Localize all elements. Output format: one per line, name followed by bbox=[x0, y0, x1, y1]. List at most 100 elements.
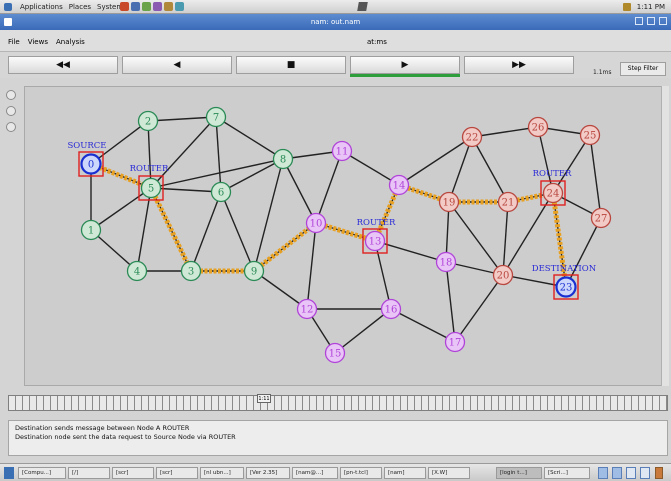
show-desktop-icon[interactable] bbox=[4, 467, 14, 479]
terminal-icon[interactable] bbox=[142, 2, 151, 11]
workspace-switcher-3[interactable] bbox=[626, 467, 636, 479]
menu-file[interactable]: File bbox=[8, 38, 20, 46]
node-label: 12 bbox=[301, 305, 314, 316]
node-label: 27 bbox=[595, 214, 608, 225]
message-area: Destination sends message between Node A… bbox=[8, 420, 668, 456]
fast-forward-button[interactable]: ▶▶ bbox=[464, 56, 574, 74]
editor-icon[interactable] bbox=[153, 2, 162, 11]
time-slider[interactable] bbox=[8, 395, 668, 411]
message-line: Destination sends message between Node A… bbox=[15, 424, 190, 432]
task-item[interactable]: [scr] bbox=[112, 467, 154, 479]
menu-places[interactable]: Places bbox=[69, 3, 91, 11]
node-label: 8 bbox=[280, 155, 286, 166]
node-label: 16 bbox=[385, 305, 398, 316]
node-label: 3 bbox=[188, 267, 194, 278]
playback-controls: ◀◀ ◀ ■ ▶ ▶▶ bbox=[0, 52, 671, 78]
menu-views[interactable]: Views bbox=[28, 38, 48, 46]
task-item[interactable]: [scr] bbox=[156, 467, 198, 479]
node-label: 22 bbox=[466, 133, 479, 144]
speed-value: 1.1ms bbox=[593, 69, 612, 76]
task-item[interactable]: [X.W] bbox=[428, 467, 470, 479]
zoom-in-icon[interactable] bbox=[6, 90, 16, 100]
network-link bbox=[454, 274, 504, 343]
network-link bbox=[215, 116, 222, 193]
node-label: 9 bbox=[251, 267, 257, 278]
node-label: 11 bbox=[336, 147, 349, 158]
mail-icon[interactable] bbox=[131, 2, 140, 11]
node-label: 25 bbox=[584, 131, 597, 142]
node-label: 23 bbox=[560, 283, 573, 294]
task-item[interactable]: [Scri...] bbox=[544, 467, 590, 479]
zoom-reset-icon[interactable] bbox=[6, 122, 16, 132]
browser-icon[interactable] bbox=[120, 2, 129, 11]
play-indicator bbox=[350, 74, 460, 77]
launcher-icons bbox=[120, 2, 184, 11]
node-label: 6 bbox=[218, 188, 224, 199]
task-item[interactable]: [nam] bbox=[384, 467, 426, 479]
task-item[interactable]: [pn-t.tcl] bbox=[340, 467, 382, 479]
node-label: 14 bbox=[393, 181, 406, 192]
node-annotation: ROUTER bbox=[357, 218, 396, 228]
system-panel: Applications Places System 1:11 PM bbox=[0, 0, 671, 14]
trash-icon[interactable] bbox=[655, 467, 663, 479]
network-link bbox=[552, 134, 591, 194]
task-item[interactable]: [/] bbox=[68, 467, 110, 479]
step-back-button[interactable]: ◀ bbox=[122, 56, 232, 74]
minimize-button[interactable] bbox=[635, 17, 643, 25]
node-label: 7 bbox=[213, 113, 219, 124]
network-link bbox=[90, 187, 152, 231]
maximize-button[interactable] bbox=[647, 17, 655, 25]
menu-applications[interactable]: Applications bbox=[20, 3, 63, 11]
zoom-out-icon[interactable] bbox=[6, 106, 16, 116]
network-canvas[interactable]: 0 1 2 3 4 5 6 7 8 9 10 11 12 13 14 15 17 18 19 16 21 22 23 24 25… bbox=[24, 86, 669, 386]
system-menus: Applications Places System bbox=[4, 3, 123, 11]
message-line: Destination node sent the data request t… bbox=[15, 433, 236, 441]
canvas-scrollbar[interactable] bbox=[661, 86, 669, 386]
step-filter-button[interactable]: Step Filter bbox=[620, 62, 666, 76]
network-link bbox=[220, 191, 255, 272]
window-buttons bbox=[635, 17, 667, 25]
window-title: nam: out.nam bbox=[310, 18, 361, 26]
task-item[interactable]: [login t...] bbox=[496, 467, 542, 479]
node-label: 0 bbox=[88, 160, 94, 171]
network-link bbox=[390, 308, 456, 343]
task-item[interactable]: [nl ubn...] bbox=[200, 467, 244, 479]
workspace-switcher-1[interactable] bbox=[598, 467, 608, 479]
volume-icon[interactable] bbox=[622, 3, 631, 11]
task-item[interactable]: [nam@...] bbox=[292, 467, 338, 479]
node-label: 20 bbox=[497, 271, 510, 282]
stop-button[interactable]: ■ bbox=[236, 56, 346, 74]
network-link bbox=[398, 136, 473, 186]
task-item[interactable]: [Ver 2.35] bbox=[246, 467, 290, 479]
files-icon[interactable] bbox=[164, 2, 173, 11]
help-icon[interactable] bbox=[175, 2, 184, 11]
node-label: 4 bbox=[134, 267, 140, 278]
node-label: 24 bbox=[547, 189, 560, 200]
time-slider-handle[interactable]: 1:11 bbox=[257, 394, 271, 403]
rewind-button[interactable]: ◀◀ bbox=[8, 56, 118, 74]
network-link bbox=[190, 191, 222, 272]
node-label: 5 bbox=[148, 184, 154, 195]
menu-items: File Views Analysis bbox=[8, 38, 85, 46]
play-button[interactable]: ▶ bbox=[350, 56, 460, 74]
close-button[interactable] bbox=[659, 17, 667, 25]
menu-analysis[interactable]: Analysis bbox=[56, 38, 85, 46]
network-link bbox=[282, 158, 317, 224]
network-link bbox=[220, 158, 284, 193]
node-label: 21 bbox=[502, 198, 515, 209]
task-item[interactable]: [Compu...] bbox=[18, 467, 66, 479]
screen: Applications Places System 1:11 PM nam: … bbox=[0, 0, 671, 481]
network-link bbox=[445, 261, 456, 343]
workspace-switcher-2[interactable] bbox=[612, 467, 622, 479]
taskbar: [Compu...] [/] [scr] [scr] [nl ubn...] [… bbox=[0, 463, 671, 481]
time-label: at:ms bbox=[367, 38, 387, 46]
node-annotation: DESTINATION bbox=[532, 264, 597, 274]
node-label: 18 bbox=[440, 258, 453, 269]
network-link bbox=[334, 308, 392, 354]
node-annotation: SOURCE bbox=[67, 141, 106, 151]
route-path bbox=[90, 161, 569, 288]
clock[interactable]: 1:11 PM bbox=[637, 3, 665, 11]
node-label: 19 bbox=[443, 198, 456, 209]
network-link bbox=[537, 126, 554, 194]
workspace-switcher-4[interactable] bbox=[640, 467, 650, 479]
